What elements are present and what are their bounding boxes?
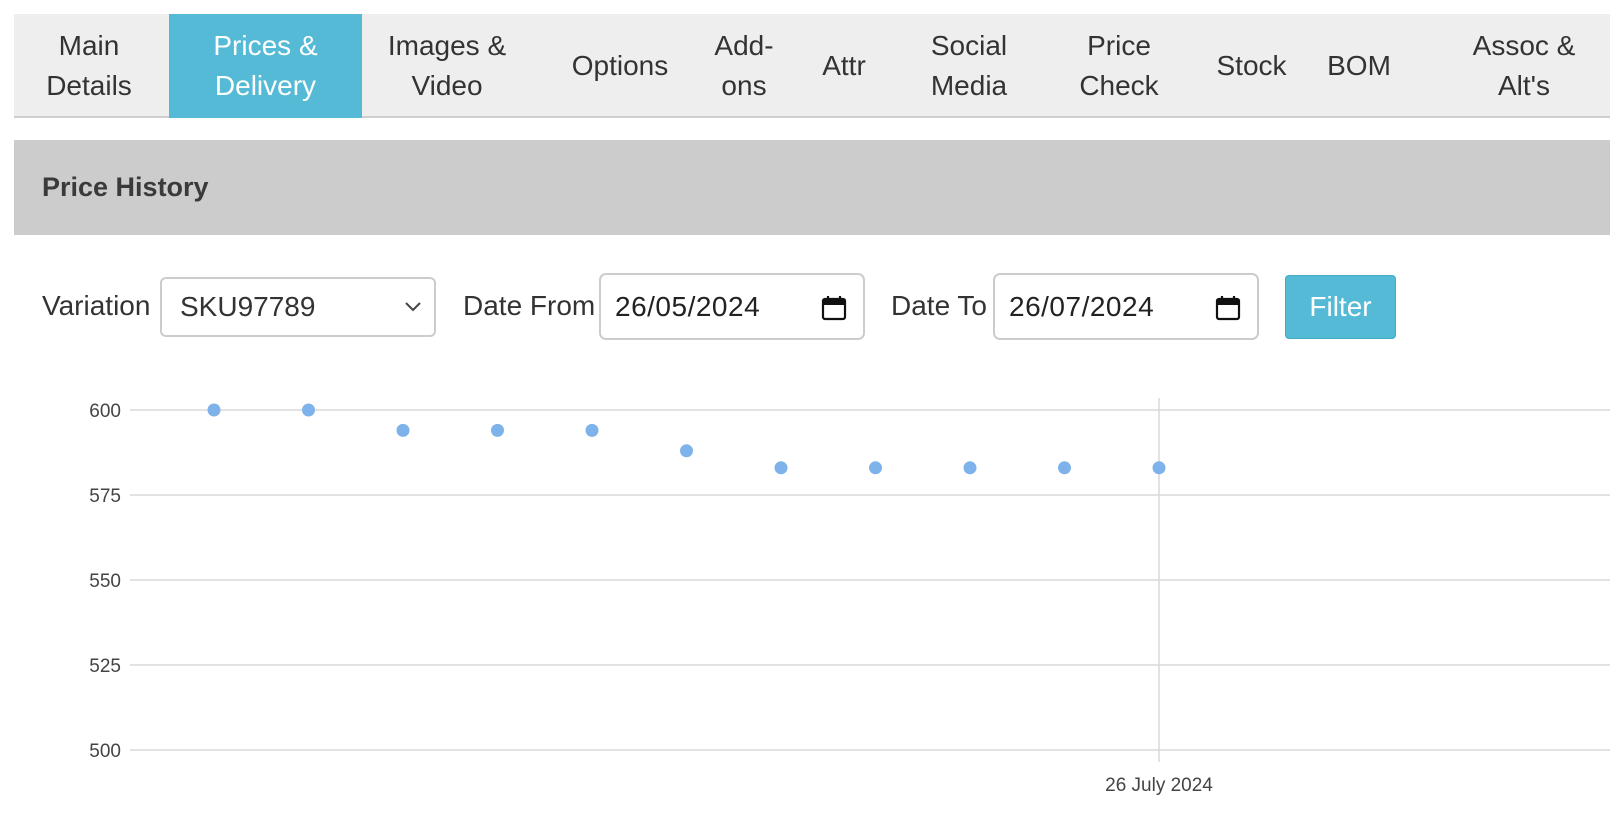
y-tick-label: 550 [89, 571, 121, 592]
data-point [585, 423, 599, 437]
calendar-icon[interactable] [1215, 295, 1241, 321]
tab-options[interactable]: Options [560, 14, 680, 118]
variation-select-value: SKU97789 [180, 291, 316, 322]
data-point [207, 403, 221, 417]
y-tick-label: 500 [89, 741, 121, 762]
y-tick-label: 525 [89, 656, 121, 677]
tab-bar: Main Details Prices & Delivery Images & … [14, 14, 1610, 118]
tab-attr[interactable]: Attr [809, 14, 879, 118]
x-tick-label: 26 July 2024 [1105, 775, 1213, 796]
date-from-input[interactable]: 26/05/2024 [599, 273, 865, 340]
data-point [302, 403, 315, 417]
data-point [774, 461, 788, 475]
tab-social-media[interactable]: Social Media [914, 14, 1024, 118]
tab-images-video[interactable]: Images & Video [372, 14, 522, 118]
y-tick-label: 600 [89, 401, 121, 422]
calendar-icon[interactable] [821, 295, 847, 321]
date-to-value: 26/07/2024 [1009, 290, 1155, 322]
tab-add-ons[interactable]: Add- ons [704, 14, 784, 118]
variation-select[interactable]: SKU97789 [160, 277, 436, 337]
date-from-label: Date From [463, 290, 596, 321]
tab-main-details[interactable]: Main Details [14, 14, 164, 118]
date-to-label: Date To [891, 290, 987, 321]
date-to-input[interactable]: 26/07/2024 [993, 273, 1259, 340]
chevron-down-icon [405, 302, 421, 312]
section-title: Price History [42, 172, 209, 202]
filter-button[interactable]: Filter [1285, 275, 1396, 339]
data-point [963, 461, 977, 475]
date-from-value: 26/05/2024 [615, 290, 761, 322]
price-history-chart: 600 575 550 525 500 26 July 2024 [89, 398, 1610, 796]
data-point [869, 461, 882, 475]
tab-bom[interactable]: BOM [1319, 14, 1399, 118]
data-point [1152, 461, 1166, 475]
tab-price-check[interactable]: Price Check [1069, 14, 1169, 118]
tab-stock[interactable]: Stock [1204, 14, 1299, 118]
price-history-header: Price History [14, 140, 1610, 235]
data-point [1058, 461, 1071, 475]
data-point [491, 423, 504, 437]
variation-label: Variation [42, 290, 151, 321]
data-point [680, 444, 693, 458]
tab-assoc-alts[interactable]: Assoc & Alt's [1454, 14, 1594, 118]
tab-prices-delivery[interactable]: Prices & Delivery [169, 14, 362, 118]
y-tick-label: 575 [89, 486, 121, 507]
data-point [396, 423, 410, 437]
